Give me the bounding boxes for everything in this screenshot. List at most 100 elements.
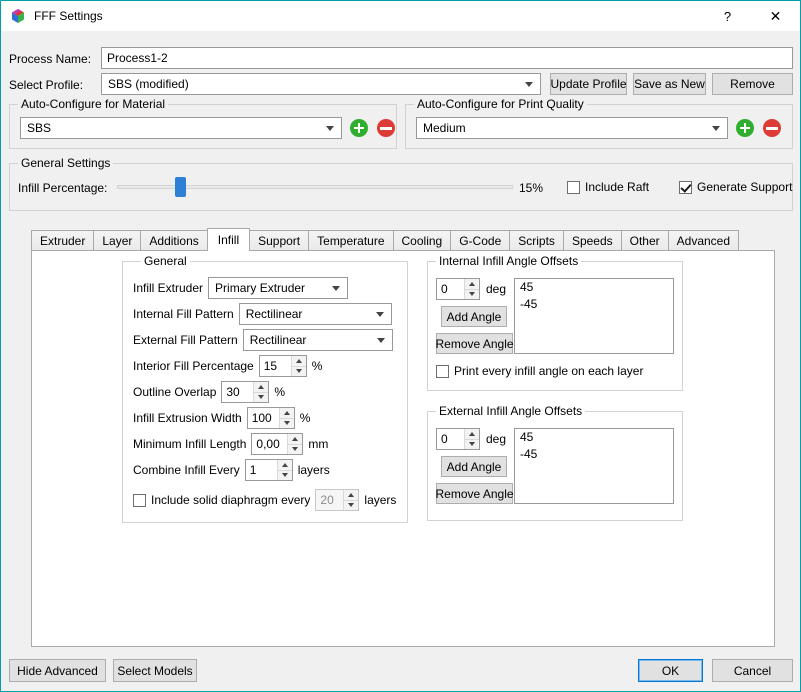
- add-material-icon[interactable]: [350, 119, 368, 137]
- spin-value: 30: [226, 385, 240, 399]
- internal-angle-unit: deg: [486, 282, 507, 296]
- spin-value: 15: [263, 359, 278, 373]
- tab-support[interactable]: Support: [249, 230, 310, 251]
- external-add-angle-button[interactable]: Add Angle: [441, 456, 507, 477]
- chevron-down-icon: [375, 312, 384, 317]
- generate-support-checkbox[interactable]: Generate Support: [679, 180, 792, 194]
- infill-slider-handle[interactable]: [175, 177, 186, 197]
- close-icon[interactable]: ✕: [753, 1, 798, 31]
- internal-angle-list[interactable]: 45 -45: [514, 278, 674, 354]
- tab-extruder[interactable]: Extruder: [31, 230, 95, 251]
- infill-extruder-dropdown[interactable]: Primary Extruder: [208, 277, 349, 299]
- min-infill-length-label: Minimum Infill Length: [133, 437, 247, 451]
- internal-pattern-value: Rectilinear: [245, 307, 303, 321]
- tab-other[interactable]: Other: [620, 230, 669, 251]
- outline-overlap-spinner[interactable]: 30: [221, 381, 270, 403]
- external-angle-spinner[interactable]: 0: [436, 428, 480, 450]
- external-remove-angle-button[interactable]: Remove Angle: [435, 483, 514, 504]
- tab-layer[interactable]: Layer: [93, 230, 142, 251]
- diaphragm-checkbox[interactable]: [133, 493, 146, 507]
- tab-additions[interactable]: Additions: [140, 230, 208, 251]
- process-name-input[interactable]: [101, 47, 793, 69]
- infill-general-group: General Infill Extruder Primary Extruder…: [122, 254, 408, 523]
- infill-percentage-label: Infill Percentage:: [18, 181, 108, 195]
- auto-material-group: Auto-Configure for Material SBS: [9, 97, 397, 149]
- infill-general-title: General: [141, 254, 190, 269]
- interior-fill-spinner[interactable]: 15: [258, 355, 307, 377]
- spin-arrows-icon[interactable]: [464, 429, 479, 449]
- generate-support-label: Generate Support: [697, 180, 793, 194]
- spin-arrows-icon[interactable]: [287, 434, 303, 454]
- checkbox-icon[interactable]: [436, 364, 449, 378]
- tab-gcode[interactable]: G-Code: [450, 230, 511, 251]
- list-item[interactable]: 45: [515, 429, 673, 446]
- app-icon: [12, 9, 24, 23]
- spin-arrows-icon[interactable]: [278, 408, 294, 428]
- internal-angle-spinner[interactable]: 0: [436, 278, 480, 300]
- checkbox-icon[interactable]: [679, 180, 692, 194]
- remove-material-icon[interactable]: [377, 119, 395, 137]
- fff-settings-dialog: FFF Settings ? ✕ Process Name: Select Pr…: [0, 0, 801, 692]
- hide-advanced-button[interactable]: Hide Advanced: [9, 659, 106, 682]
- external-angle-list[interactable]: 45 -45: [514, 428, 674, 504]
- spin-arrows-icon[interactable]: [464, 279, 479, 299]
- general-settings-group: General Settings Infill Percentage: 15% …: [9, 156, 793, 211]
- chevron-down-icon: [376, 338, 385, 343]
- print-every-angle-checkbox[interactable]: Print every infill angle on each layer: [436, 364, 643, 378]
- tab-scripts[interactable]: Scripts: [509, 230, 564, 251]
- internal-add-angle-button[interactable]: Add Angle: [441, 306, 507, 327]
- combine-infill-label: Combine Infill Every: [133, 463, 240, 477]
- auto-quality-group: Auto-Configure for Print Quality Medium: [405, 97, 793, 149]
- outline-overlap-label: Outline Overlap: [133, 385, 217, 399]
- external-offsets-group: External Infill Angle Offsets 0 deg 45 -…: [427, 404, 683, 521]
- include-raft-checkbox[interactable]: Include Raft: [567, 180, 649, 194]
- help-button[interactable]: ?: [705, 1, 750, 31]
- internal-pattern-dropdown[interactable]: Rectilinear: [238, 303, 392, 325]
- outline-overlap-unit: %: [274, 385, 286, 399]
- internal-remove-angle-button[interactable]: Remove Angle: [435, 333, 514, 354]
- infill-percentage-value: 15%: [519, 181, 544, 195]
- auto-quality-title: Auto-Configure for Print Quality: [414, 97, 587, 112]
- print-every-angle-label: Print every infill angle on each layer: [454, 364, 644, 378]
- internal-offsets-title: Internal Infill Angle Offsets: [436, 254, 582, 269]
- auto-material-title: Auto-Configure for Material: [18, 97, 169, 112]
- infill-tab-panel: General Infill Extruder Primary Extruder…: [31, 250, 775, 647]
- remove-profile-button[interactable]: Remove: [712, 73, 793, 95]
- spin-arrows-icon[interactable]: [276, 460, 292, 480]
- combine-infill-unit: layers: [297, 463, 330, 477]
- list-item[interactable]: 45: [515, 279, 673, 296]
- infill-extruder-value: Primary Extruder: [215, 281, 306, 295]
- cancel-button[interactable]: Cancel: [712, 659, 793, 682]
- list-item[interactable]: -45: [515, 296, 673, 313]
- checkbox-icon[interactable]: [567, 180, 580, 194]
- tab-infill[interactable]: Infill: [206, 228, 251, 251]
- diaphragm-unit: layers: [364, 493, 397, 507]
- material-value: SBS: [27, 121, 52, 135]
- spin-arrows-icon[interactable]: [290, 356, 306, 376]
- profile-dropdown[interactable]: SBS (modified): [101, 73, 541, 95]
- external-pattern-dropdown[interactable]: Rectilinear: [242, 329, 393, 351]
- remove-quality-icon[interactable]: [763, 119, 781, 137]
- spin-value: 0,00: [256, 437, 280, 451]
- combine-infill-spinner[interactable]: 1: [244, 459, 293, 481]
- material-dropdown[interactable]: SBS: [20, 117, 342, 139]
- tab-cooling[interactable]: Cooling: [392, 230, 452, 251]
- add-quality-icon[interactable]: [736, 119, 754, 137]
- chevron-down-icon: [326, 126, 334, 131]
- min-infill-length-spinner[interactable]: 0,00: [251, 433, 304, 455]
- spin-arrows-icon[interactable]: [253, 382, 269, 402]
- tab-advanced[interactable]: Advanced: [667, 230, 740, 251]
- quality-dropdown[interactable]: Medium: [416, 117, 728, 139]
- spin-arrows-icon: [343, 490, 359, 510]
- tab-speeds[interactable]: Speeds: [562, 230, 622, 251]
- tab-temperature[interactable]: Temperature: [308, 230, 394, 251]
- spin-value: 0: [441, 282, 448, 296]
- ok-button[interactable]: OK: [638, 659, 703, 682]
- quality-value: Medium: [423, 121, 466, 135]
- update-profile-button[interactable]: Update Profile: [550, 73, 627, 95]
- list-item[interactable]: -45: [515, 446, 673, 463]
- save-as-new-button[interactable]: Save as New: [633, 73, 706, 95]
- select-models-button[interactable]: Select Models: [113, 659, 197, 682]
- extrusion-width-spinner[interactable]: 100: [246, 407, 295, 429]
- spin-value: 0: [441, 432, 448, 446]
